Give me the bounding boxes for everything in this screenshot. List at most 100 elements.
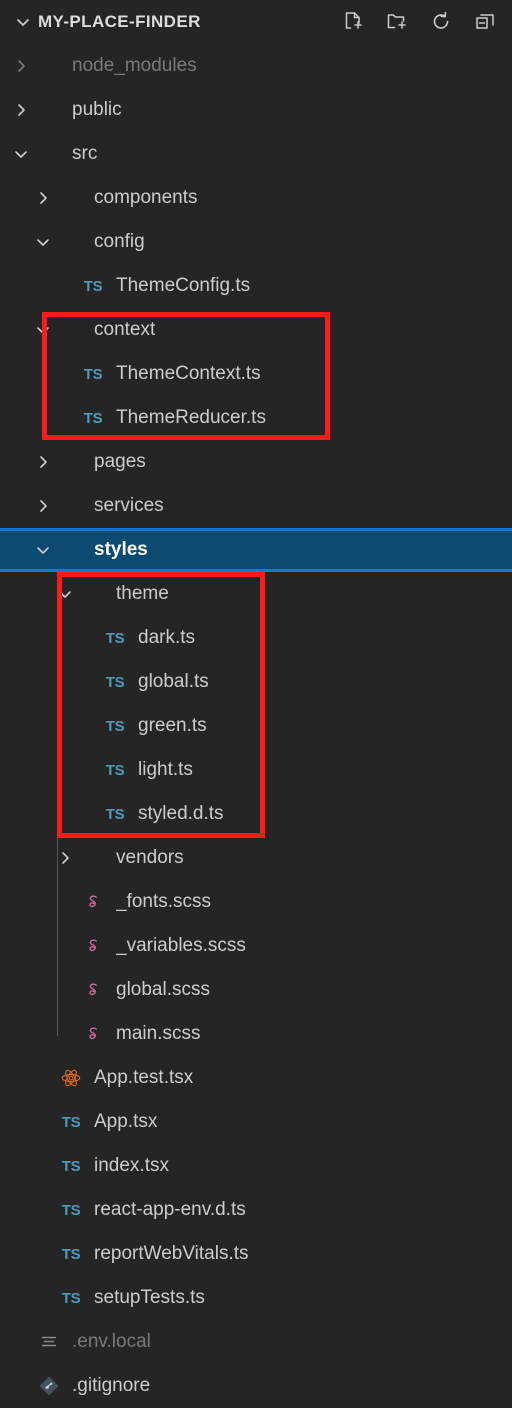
tree-file-row[interactable]: TS index.tsx	[0, 1144, 512, 1188]
scss-file-icon	[78, 936, 108, 956]
git-file-icon	[34, 1375, 64, 1397]
ts-file-icon: TS	[61, 1245, 81, 1263]
tree-file-row[interactable]: TS App.tsx	[0, 1100, 512, 1144]
tree-item-label: global.ts	[138, 671, 209, 692]
tree-item-label: vendors	[116, 847, 184, 868]
tree-item-label: green.ts	[138, 715, 207, 736]
tree-file-row[interactable]: TS react-app-env.d.ts	[0, 1188, 512, 1232]
env-file-icon	[34, 1332, 64, 1352]
tree-item-label: reportWebVitals.ts	[94, 1243, 249, 1264]
chevron-right-icon[interactable]	[30, 185, 56, 211]
explorer-toolbar	[340, 9, 502, 35]
tree-folder-row[interactable]: config	[0, 220, 512, 264]
chevron-right-icon[interactable]	[52, 845, 78, 871]
chevron-right-icon[interactable]	[30, 493, 56, 519]
tree-item-label: context	[94, 319, 156, 340]
chevron-right-icon[interactable]	[8, 53, 34, 79]
tree-item-label: setupTests.ts	[94, 1287, 205, 1308]
ts-file-icon: TS	[61, 1201, 81, 1219]
ts-file-icon: TS	[83, 409, 103, 427]
tree-item-label: src	[72, 143, 98, 164]
collapse-all-icon[interactable]	[472, 9, 498, 35]
react-file-icon	[56, 1067, 86, 1089]
tree-file-row[interactable]: TS ThemeReducer.ts	[0, 396, 512, 440]
tree-item-label: .env.local	[72, 1331, 151, 1352]
tree-folder-row[interactable]: public	[0, 88, 512, 132]
scss-file-icon	[78, 980, 108, 1000]
refresh-icon[interactable]	[428, 9, 454, 35]
tree-item-label: components	[94, 187, 198, 208]
chevron-right-icon[interactable]	[30, 449, 56, 475]
tree-item-label: light.ts	[138, 759, 193, 780]
chevron-down-icon[interactable]	[52, 581, 78, 607]
tree-file-row[interactable]: TS ThemeConfig.ts	[0, 264, 512, 308]
tree-file-row[interactable]: TS dark.ts	[0, 616, 512, 660]
ts-file-icon: TS	[61, 1157, 81, 1175]
chevron-down-icon[interactable]	[12, 11, 34, 33]
tree-file-row[interactable]: TS reportWebVitals.ts	[0, 1232, 512, 1276]
ts-file-icon: TS	[105, 629, 125, 647]
tree-item-label: main.scss	[116, 1023, 201, 1044]
new-file-icon[interactable]	[340, 9, 366, 35]
page-title: MY-PLACE-FINDER	[38, 12, 201, 31]
file-explorer-panel: MY-PLACE-FINDER node_modules public src …	[0, 0, 512, 1404]
tree-item-label: public	[72, 99, 122, 120]
tree-file-row[interactable]: global.scss	[0, 968, 512, 1012]
tree-file-row[interactable]: _fonts.scss	[0, 880, 512, 924]
tree-item-label: styles	[94, 539, 148, 560]
tree-item-label: styled.d.ts	[138, 803, 224, 824]
tree-file-row[interactable]: TS styled.d.ts	[0, 792, 512, 836]
chevron-down-icon[interactable]	[8, 141, 34, 167]
tree-item-label: index.tsx	[94, 1155, 169, 1176]
ts-file-icon: TS	[105, 717, 125, 735]
tree-item-label: _fonts.scss	[116, 891, 212, 912]
tree-item-label: config	[94, 231, 145, 252]
tree-item-label: .gitignore	[72, 1375, 151, 1396]
ts-file-icon: TS	[105, 673, 125, 691]
tree-item-label: react-app-env.d.ts	[94, 1199, 246, 1220]
tree-file-row[interactable]: TS ThemeContext.ts	[0, 352, 512, 396]
tree-item-label: global.scss	[116, 979, 210, 1000]
tree-folder-row[interactable]: context	[0, 308, 512, 352]
tree-folder-row[interactable]: components	[0, 176, 512, 220]
tree-folder-row[interactable]: src	[0, 132, 512, 176]
tree-folder-row[interactable]: pages	[0, 440, 512, 484]
ts-file-icon: TS	[61, 1289, 81, 1307]
scss-file-icon	[78, 892, 108, 912]
ts-file-icon: TS	[61, 1113, 81, 1131]
tree-item-label: App.tsx	[94, 1111, 158, 1132]
tree-folder-row[interactable]: styles	[0, 528, 512, 572]
tree-item-label: ThemeReducer.ts	[116, 407, 266, 428]
tree-item-label: _variables.scss	[116, 935, 246, 956]
chevron-right-icon[interactable]	[8, 97, 34, 123]
explorer-section-header[interactable]: MY-PLACE-FINDER	[0, 0, 512, 44]
tree-item-label: theme	[116, 583, 169, 604]
chevron-down-icon[interactable]	[30, 229, 56, 255]
tree-file-row[interactable]: TS setupTests.ts	[0, 1276, 512, 1320]
tree-folder-row[interactable]: vendors	[0, 836, 512, 880]
tree-file-row[interactable]: _variables.scss	[0, 924, 512, 968]
new-folder-icon[interactable]	[384, 9, 410, 35]
tree-file-row[interactable]: .gitignore	[0, 1364, 512, 1408]
ts-file-icon: TS	[105, 761, 125, 779]
tree-item-label: ThemeContext.ts	[116, 363, 261, 384]
chevron-down-icon[interactable]	[30, 317, 56, 343]
scss-file-icon	[78, 1024, 108, 1044]
tree-item-label: App.test.tsx	[94, 1067, 194, 1088]
tree-file-row[interactable]: TS global.ts	[0, 660, 512, 704]
tree-item-label: dark.ts	[138, 627, 196, 648]
chevron-down-icon[interactable]	[30, 537, 56, 563]
tree-folder-row[interactable]: node_modules	[0, 44, 512, 88]
tree-file-row[interactable]: TS light.ts	[0, 748, 512, 792]
tree-file-row[interactable]: .env.local	[0, 1320, 512, 1364]
tree-item-label: services	[94, 495, 164, 516]
tree-file-row[interactable]: main.scss	[0, 1012, 512, 1056]
ts-file-icon: TS	[105, 805, 125, 823]
tree-file-row[interactable]: TS green.ts	[0, 704, 512, 748]
tree-file-row[interactable]: App.test.tsx	[0, 1056, 512, 1100]
tree-item-label: pages	[94, 451, 146, 472]
tree-folder-row[interactable]: services	[0, 484, 512, 528]
tree-folder-row[interactable]: theme	[0, 572, 512, 616]
tree-item-label: node_modules	[72, 55, 197, 76]
ts-file-icon: TS	[83, 365, 103, 383]
